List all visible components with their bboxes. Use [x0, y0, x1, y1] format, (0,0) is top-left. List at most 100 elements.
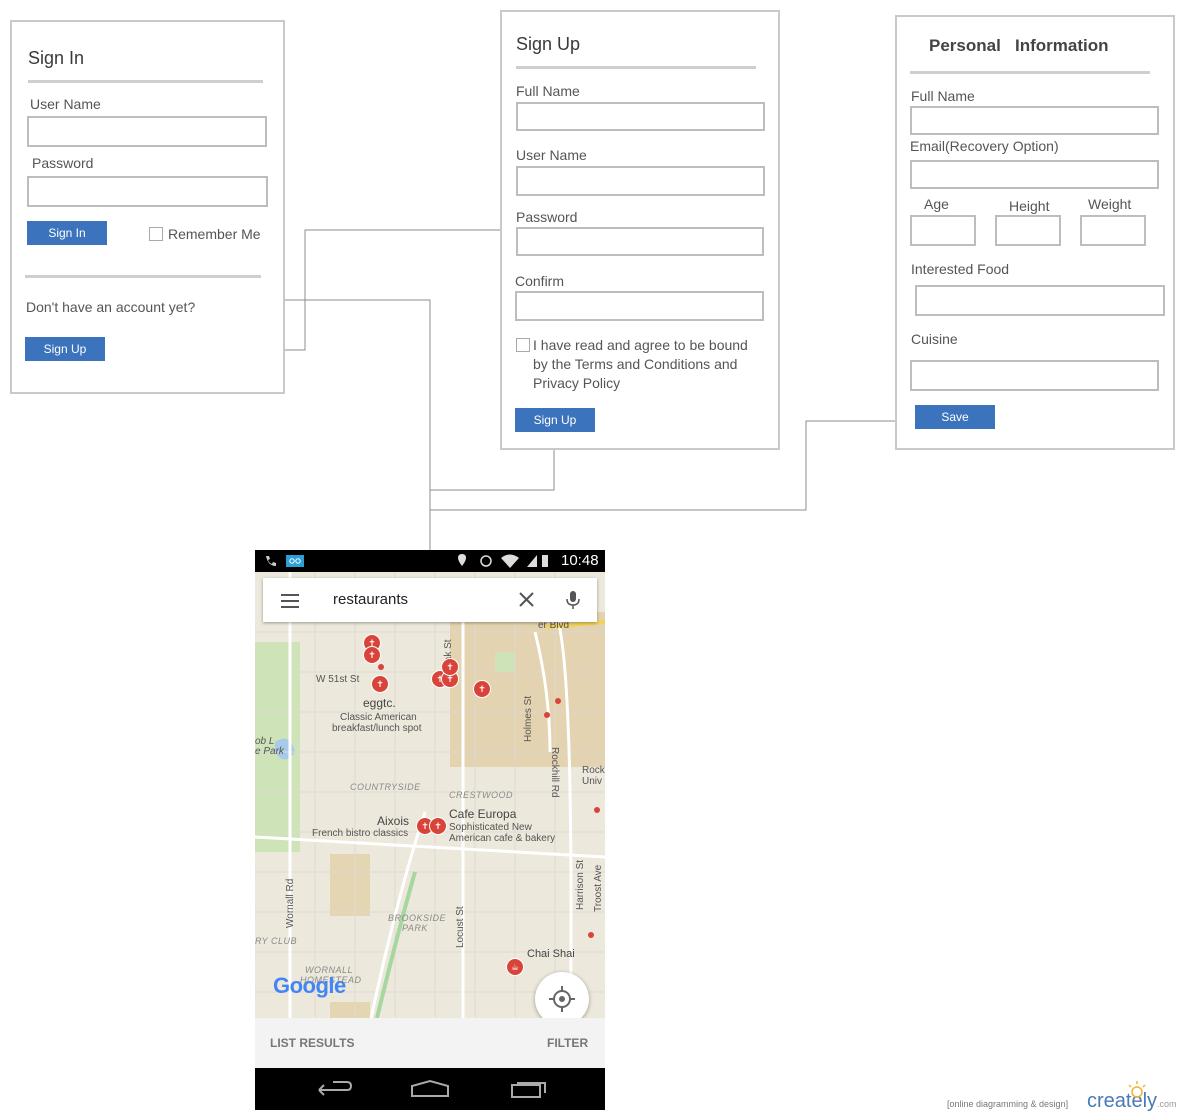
- clear-icon[interactable]: [517, 590, 537, 610]
- map-label-crestwood: CRESTWOOD: [449, 790, 513, 800]
- terms-checkbox[interactable]: [516, 338, 530, 352]
- personal-info-title: Personal Information: [929, 36, 1109, 55]
- location-icon: [458, 554, 466, 566]
- restaurant-pin[interactable]: ✝: [429, 817, 447, 835]
- map-label-aixois-desc: French bistro classics: [312, 828, 409, 839]
- save-button[interactable]: Save: [915, 405, 995, 429]
- menu-icon[interactable]: [279, 589, 303, 613]
- cuisine-input[interactable]: [910, 360, 1159, 391]
- signup-panel: Sign Up Full Name User Name Password Con…: [500, 10, 780, 450]
- nav-bar-icons: [318, 1079, 546, 1098]
- personal-info-title-divider: [910, 71, 1150, 74]
- alarm-icon: [480, 555, 492, 567]
- map-label-club: RY CLUB: [255, 936, 298, 946]
- email-input[interactable]: [910, 160, 1159, 189]
- signin-username-input[interactable]: [27, 116, 267, 147]
- creately-brand-suffix: .com: [1157, 1099, 1177, 1109]
- remember-me-checkbox[interactable]: [149, 227, 163, 241]
- phone-map-screen: 10:48 er Blvd Oak St W 51st St eggtc. Cl…: [255, 550, 605, 1110]
- map-dot: [544, 712, 550, 718]
- cuisine-label: Cuisine: [911, 331, 958, 347]
- map-view[interactable]: er Blvd Oak St W 51st St eggtc. Classic …: [255, 572, 605, 1053]
- signup-confirm-label: Confirm: [515, 273, 565, 289]
- personal-fullname-label: Full Name: [911, 88, 975, 104]
- signin-password-input[interactable]: [27, 176, 268, 207]
- restaurant-pin[interactable]: ✝: [441, 658, 459, 676]
- map-label-rock2: Univ: [582, 776, 603, 787]
- signin-signup-button[interactable]: Sign Up: [25, 337, 105, 361]
- map-label-eggtc-desc1: Classic American: [340, 712, 417, 723]
- map-label-w51: W 51st St: [316, 674, 360, 685]
- personal-info-panel: Personal Information Full Name Email(Rec…: [895, 15, 1175, 450]
- signin-title-divider: [28, 80, 263, 83]
- map-search-bar[interactable]: restaurants: [263, 578, 597, 622]
- map-label-rock1: Rock: [582, 765, 605, 776]
- food-input[interactable]: [915, 285, 1165, 316]
- signup-fullname-label: Full Name: [516, 83, 580, 99]
- map-label-holmes: Holmes St: [523, 695, 534, 742]
- voicemail-icon: [286, 555, 304, 567]
- signup-username-label: User Name: [516, 147, 587, 163]
- signin-section-divider: [25, 275, 261, 278]
- signup-fullname-input[interactable]: [516, 102, 765, 131]
- map-label-wornall-rd: Wornall Rd: [285, 878, 296, 928]
- map-label-aixois: Aixois: [377, 814, 410, 828]
- signin-title: Sign In: [28, 48, 85, 68]
- map-label-countryside: COUNTRYSIDE: [350, 782, 421, 792]
- home-icon: [411, 1079, 449, 1097]
- footer-tagline: [online diagramming & design]: [947, 1099, 1069, 1109]
- map-dot: [588, 932, 594, 938]
- map-label-cafe-desc1: Sophisticated New: [449, 822, 532, 833]
- map-label-eggtc: eggtc.: [363, 696, 396, 710]
- signup-username-input[interactable]: [516, 166, 765, 196]
- restaurant-pin[interactable]: ✝: [473, 680, 491, 698]
- personal-fullname-input[interactable]: [910, 106, 1159, 135]
- age-label: Age: [924, 196, 949, 212]
- restaurant-pin[interactable]: ✝: [371, 675, 389, 693]
- phone-icon: [266, 556, 276, 566]
- search-input[interactable]: restaurants: [333, 591, 408, 608]
- food-label: Interested Food: [911, 261, 1010, 277]
- signin-panel: Sign In User Name Password Sign In Remem…: [10, 20, 285, 394]
- filter-button[interactable]: FILTER: [547, 1036, 588, 1050]
- map-label-chai: Chai Shai: [527, 948, 575, 960]
- status-bar-icons: [266, 554, 548, 568]
- map-label-brookside1: BROOKSIDE: [388, 913, 447, 923]
- map-label-brookside2: PARK: [402, 923, 428, 933]
- signup-button[interactable]: Sign Up: [515, 408, 595, 432]
- microphone-icon[interactable]: [563, 589, 583, 611]
- map-label-eggtc-desc2: breakfast/lunch spot: [332, 723, 422, 734]
- signin-button[interactable]: Sign In: [27, 221, 107, 245]
- status-time: 10:48: [561, 552, 599, 569]
- no-account-text: Don't have an account yet?: [26, 299, 196, 315]
- signin-username-label: User Name: [30, 96, 101, 112]
- map-label-harrison: Harrison St: [575, 859, 586, 910]
- map-dot: [594, 807, 600, 813]
- signup-password-input[interactable]: [516, 227, 764, 256]
- terms-line-1: I have read and agree to be bound: [533, 337, 748, 353]
- restaurant-pin[interactable]: ✝: [363, 646, 381, 664]
- age-input[interactable]: [910, 215, 976, 246]
- signup-confirm-input[interactable]: [515, 291, 764, 321]
- weight-input[interactable]: [1080, 215, 1146, 246]
- signin-password-label: Password: [32, 155, 94, 171]
- terms-line-3: Privacy Policy: [533, 375, 621, 391]
- cafe-pin[interactable]: ☕: [506, 958, 524, 976]
- sun-icon: [1128, 1081, 1146, 1098]
- signup-title: Sign Up: [516, 34, 581, 54]
- signup-password-label: Password: [516, 209, 578, 225]
- wifi-icon: [501, 554, 519, 568]
- terms-line-2: by the Terms and Conditions and: [533, 356, 738, 372]
- signup-title-divider: [516, 66, 756, 69]
- remember-me-label: Remember Me: [168, 226, 261, 242]
- android-nav-bar: [255, 1068, 605, 1110]
- height-input[interactable]: [995, 215, 1061, 246]
- back-icon: [318, 1081, 353, 1096]
- status-bar: 10:48: [255, 550, 605, 572]
- google-logo: Google: [273, 973, 346, 998]
- list-results-button[interactable]: LIST RESULTS: [270, 1036, 354, 1050]
- map-label-locust: Locust St: [455, 906, 466, 948]
- weight-label: Weight: [1088, 196, 1132, 212]
- email-label: Email(Recovery Option): [910, 138, 1059, 154]
- map-label-lake2: e Park: [255, 746, 284, 757]
